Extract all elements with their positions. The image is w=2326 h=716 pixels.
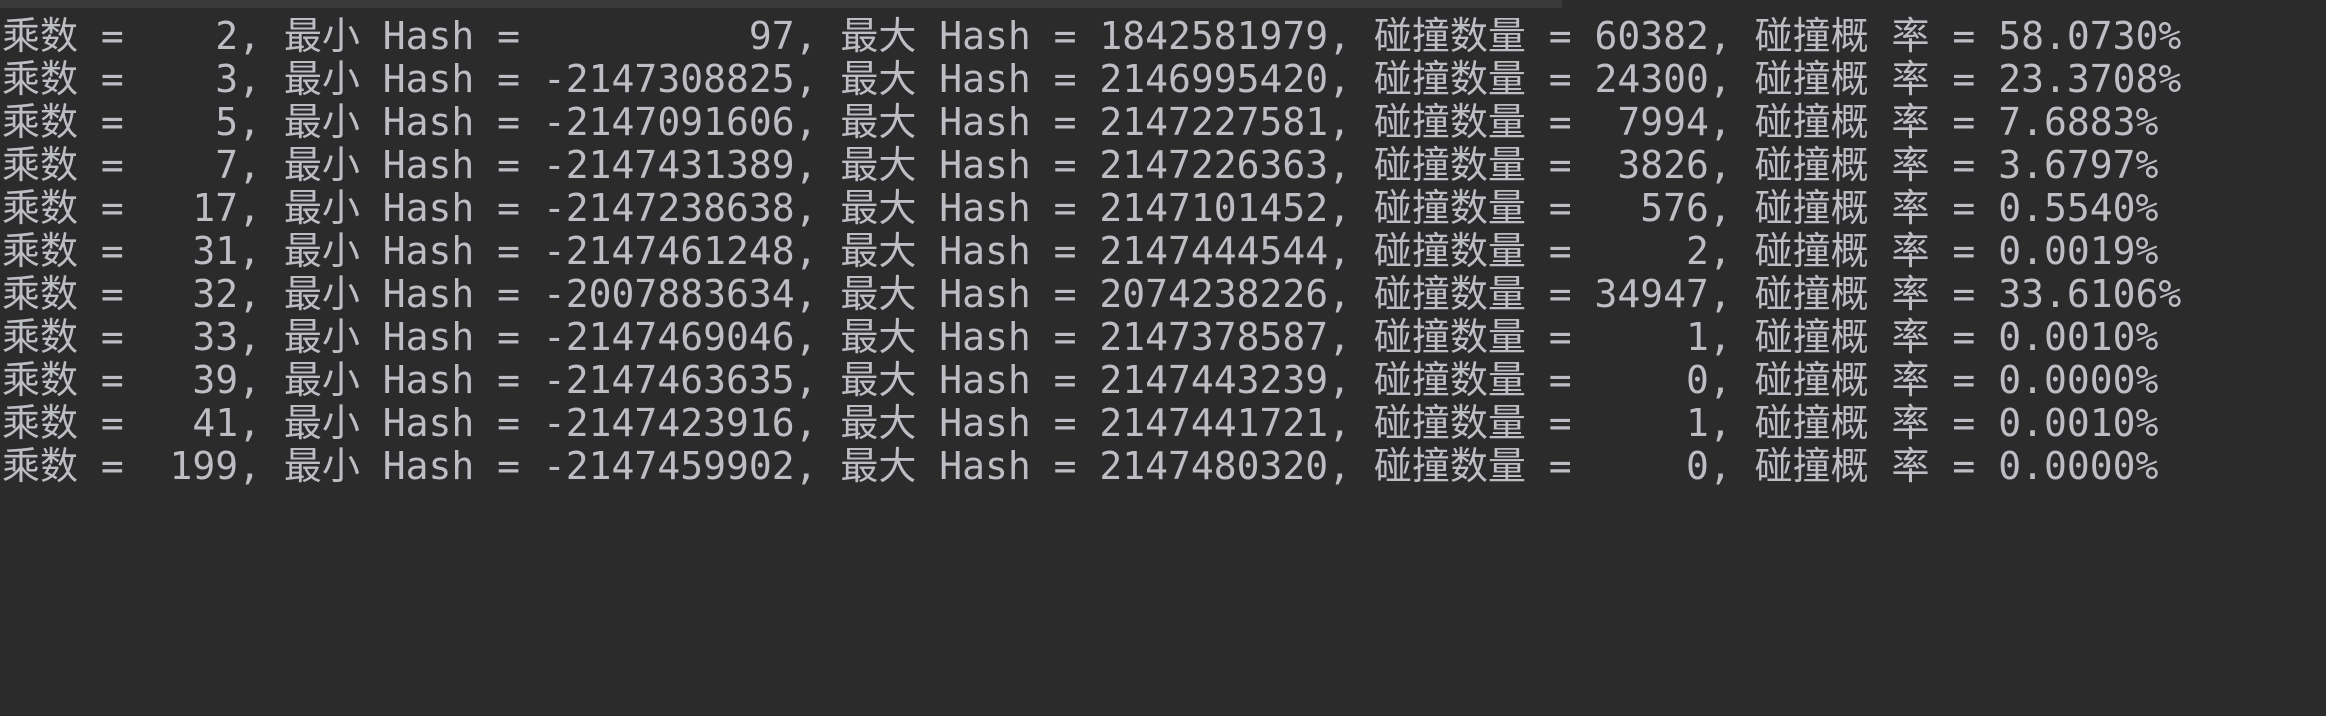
console-output: 乘数 = 2, 最小 Hash = 97, 最大 Hash = 18425819… xyxy=(0,8,2326,716)
horizontal-scrollbar[interactable] xyxy=(0,0,1562,8)
console-line: 乘数 = 199, 最小 Hash = -2147459902, 最大 Hash… xyxy=(2,444,2159,488)
